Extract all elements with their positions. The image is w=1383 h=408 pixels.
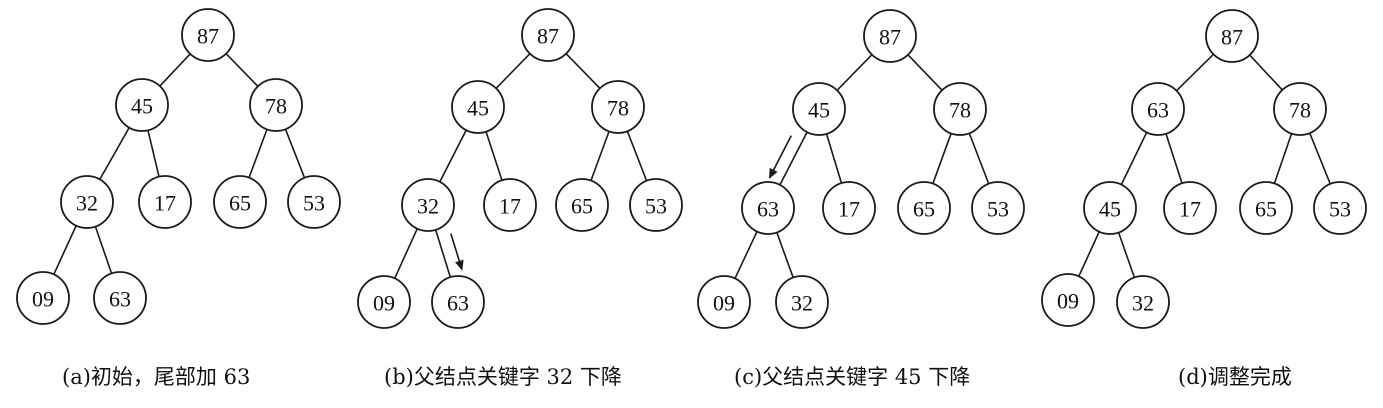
heap-node-label: 78 bbox=[1289, 98, 1311, 123]
heap-node-label: 32 bbox=[417, 194, 439, 219]
caption-a: (a)初始，尾部加 63 bbox=[62, 365, 251, 389]
tree-edge bbox=[225, 53, 259, 87]
tree-edge bbox=[1078, 231, 1100, 277]
heap-node-label: 17 bbox=[154, 191, 176, 216]
tree-edge bbox=[776, 232, 794, 278]
heap-node-label: 78 bbox=[265, 94, 287, 119]
tree-edge bbox=[590, 131, 610, 181]
heap-node-label: 45 bbox=[1099, 197, 1121, 222]
tree-edge bbox=[485, 131, 503, 181]
heap-node-label: 53 bbox=[1329, 197, 1351, 222]
heap-node-label: 09 bbox=[713, 291, 735, 316]
tree-edge bbox=[907, 54, 943, 91]
tree-edge bbox=[248, 129, 268, 178]
tree-edge bbox=[626, 130, 648, 182]
panel-b-tree: 87 45 78 32 17 65 53 09 63 bbox=[357, 8, 683, 329]
tree-edge bbox=[779, 131, 808, 186]
tree-edge bbox=[734, 231, 758, 279]
heap-node-label: 45 bbox=[467, 96, 489, 121]
heap-node-label: 53 bbox=[987, 197, 1009, 222]
heap-node-label: 65 bbox=[1255, 197, 1277, 222]
tree-edge bbox=[439, 129, 467, 183]
heap-node-label: 87 bbox=[879, 25, 901, 50]
panel-a-tree: 87 45 78 32 17 65 53 09 63 bbox=[16, 8, 341, 325]
tree-edge bbox=[159, 53, 191, 87]
tree-edge bbox=[825, 133, 843, 184]
heap-node-label: 63 bbox=[109, 287, 131, 312]
heap-node-label: 09 bbox=[1057, 289, 1079, 314]
heap-node-label: 87 bbox=[197, 24, 219, 49]
heap-node-label: 63 bbox=[757, 197, 779, 222]
heap-node-label: 87 bbox=[1221, 25, 1243, 50]
heap-node-label: 09 bbox=[32, 287, 54, 312]
tree-edge bbox=[147, 130, 160, 177]
tree-edge bbox=[495, 53, 531, 89]
heap-node-label: 65 bbox=[571, 194, 593, 219]
tree-edge bbox=[565, 53, 601, 89]
heap-node-label: 78 bbox=[949, 98, 971, 123]
heap-diagram: 87 45 78 32 17 65 53 09 63 87 45 78 32 17 65 53 09 63 87… bbox=[16, 8, 1367, 329]
tree-edge bbox=[1117, 232, 1136, 278]
tree-edge bbox=[1120, 132, 1148, 185]
heap-node-label: 17 bbox=[1179, 197, 1201, 222]
tree-edge bbox=[1273, 133, 1293, 184]
heap-node-label: 53 bbox=[645, 194, 667, 219]
heap-node-label: 45 bbox=[808, 98, 830, 123]
tree-edge bbox=[1308, 132, 1332, 185]
heap-node-label: 32 bbox=[791, 291, 813, 316]
heap-node-label: 65 bbox=[229, 191, 251, 216]
heap-node-label: 09 bbox=[373, 291, 395, 316]
heap-node-label: 45 bbox=[131, 94, 153, 119]
heap-node-label: 63 bbox=[1147, 98, 1169, 123]
sift-down-arrow bbox=[768, 135, 792, 179]
caption-d: (d)调整完成 bbox=[1178, 365, 1292, 389]
tree-edge bbox=[94, 226, 113, 274]
tree-edge bbox=[836, 54, 873, 91]
heap-adjust-figure: 87 45 78 32 17 65 53 09 63 87 45 78 32 17 65 53 09 63 87… bbox=[0, 0, 1383, 408]
tree-edge bbox=[968, 132, 990, 185]
tree-edge bbox=[99, 127, 130, 180]
caption-b: (b)父结点关键字 32 下降 bbox=[384, 365, 622, 389]
tree-edge bbox=[394, 228, 418, 279]
heap-node-label: 17 bbox=[838, 197, 860, 222]
heap-node-label: 32 bbox=[76, 191, 98, 216]
tree-edge bbox=[53, 225, 77, 275]
panel-d-tree: 87 63 78 45 17 65 53 09 32 bbox=[1041, 9, 1367, 329]
tree-edge bbox=[932, 133, 952, 184]
heap-node-label: 53 bbox=[303, 191, 325, 216]
tree-edge bbox=[1175, 53, 1215, 92]
heap-node-label: 78 bbox=[607, 96, 629, 121]
heap-node-label: 63 bbox=[447, 291, 469, 316]
panel-c-tree: 87 45 78 63 17 65 53 09 32 bbox=[697, 9, 1025, 329]
tree-edge bbox=[1249, 54, 1283, 91]
heap-node-label: 87 bbox=[537, 24, 559, 49]
tree-edge bbox=[1165, 133, 1183, 184]
tree-edge bbox=[434, 229, 452, 278]
heap-node-label: 32 bbox=[1132, 291, 1154, 316]
heap-node-label: 17 bbox=[499, 194, 521, 219]
sift-down-arrow bbox=[450, 233, 464, 271]
tree-edge bbox=[284, 128, 306, 179]
heap-node-label: 65 bbox=[913, 197, 935, 222]
caption-c: (c)父结点关键字 45 下降 bbox=[734, 365, 971, 389]
